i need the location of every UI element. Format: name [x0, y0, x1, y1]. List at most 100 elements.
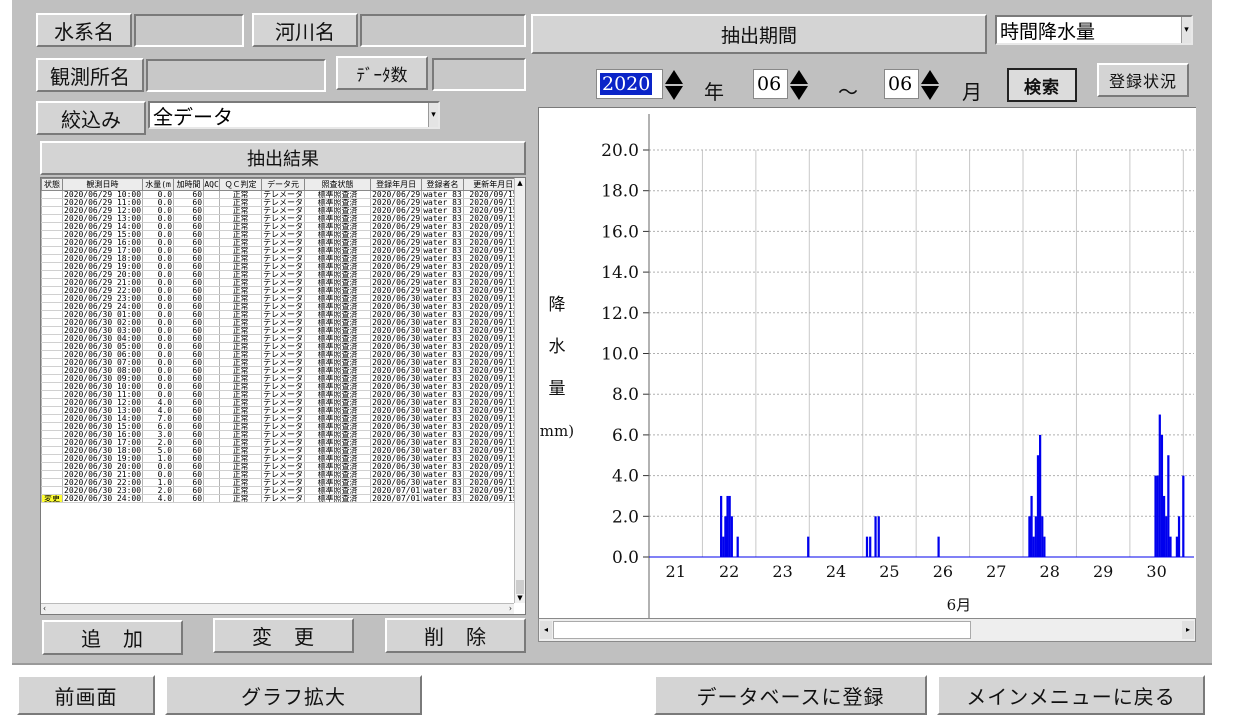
table-row[interactable]: 2020/06/30 01:00 0.0 60 正常 テレメータ 標準照査済 2020/06… — [41, 310, 524, 319]
data-type-select[interactable]: 時間降水量 ▾ — [995, 15, 1193, 45]
table-row[interactable]: 2020/06/29 23:00 0.0 60 正常 テレメータ 標準照査済 2020/06… — [41, 294, 524, 303]
delete-button[interactable]: 削 除 — [385, 618, 526, 653]
year-spin-arrows-icon[interactable] — [665, 68, 683, 102]
table-row[interactable]: 2020/06/30 12:00 4.0 60 正常 テレメータ 標準照査済 2020/06… — [41, 398, 524, 407]
table-row[interactable]: 2020/06/30 11:00 0.0 60 正常 テレメータ 標準照査済 2020/06… — [41, 390, 524, 399]
table-cell: 60 — [173, 486, 204, 495]
table-row[interactable]: 2020/06/30 03:00 0.0 60 正常 テレメータ 標準照査済 2020/06… — [41, 326, 524, 335]
table-row[interactable]: 2020/06/30 22:00 1.0 60 正常 テレメータ 標準照査済 2020/06… — [41, 478, 524, 487]
table-row[interactable]: 2020/06/30 18:00 5.0 60 正常 テレメータ 標準照査済 2020/06… — [41, 446, 524, 455]
column-header[interactable]: 加時間 — [173, 178, 205, 191]
registration-status-button[interactable]: 登録状況 — [1097, 63, 1189, 97]
table-row[interactable]: 2020/06/30 06:00 0.0 60 正常 テレメータ 標準照査済 2020/06… — [41, 350, 524, 359]
table-row[interactable]: 2020/06/29 19:00 0.0 60 正常 テレメータ 標準照査済 2020/06… — [41, 262, 524, 271]
table-cell: 2020/06/30 — [370, 438, 422, 447]
scroll-left-icon[interactable]: ‹ — [43, 604, 46, 614]
month-to-input[interactable]: 06 — [884, 69, 919, 99]
column-header[interactable]: 観測日時 — [61, 178, 144, 191]
change-button[interactable]: 変 更 — [213, 618, 354, 653]
table-row[interactable]: 2020/06/30 16:00 3.0 60 正常 テレメータ 標準照査済 2020/06… — [41, 430, 524, 439]
column-header[interactable]: 照査状態 — [304, 178, 372, 191]
chart-scroll-left-icon[interactable]: ◂ — [540, 621, 552, 639]
scroll-up-icon[interactable]: ▲ — [515, 178, 525, 188]
result-grid[interactable]: 状態 観測日時 水量(m 加時間 AQC ＱＣ判定 データ元 照査状態 登録年月日 登録者名 更新年… — [40, 177, 526, 615]
table-row[interactable]: 2020/06/29 14:00 0.0 60 正常 テレメータ 標準照査済 2020/06… — [41, 222, 524, 231]
previous-screen-button[interactable]: 前画面 — [17, 675, 155, 715]
add-button[interactable]: 追 加 — [42, 620, 183, 655]
river-system-field[interactable] — [134, 14, 244, 47]
table-row[interactable]: 変更 2020/06/30 24:00 4.0 60 正常 テレメータ 標準照査済 2020/… — [41, 494, 524, 503]
table-row[interactable]: 2020/06/30 02:00 0.0 60 正常 テレメータ 標準照査済 2020/06… — [41, 318, 524, 327]
table-cell: water_83 — [421, 238, 464, 247]
table-row[interactable]: 2020/06/30 21:00 0.0 60 正常 テレメータ 標準照査済 2020/06… — [41, 470, 524, 479]
grid-vertical-scrollbar[interactable]: ▲ ▼ — [514, 178, 525, 603]
column-header[interactable]: AQC — [203, 178, 221, 191]
year-spin-input[interactable]: 2020 — [596, 69, 663, 99]
dropdown-arrow-icon[interactable]: ▾ — [1181, 17, 1191, 43]
month-from-spin-arrows-icon[interactable] — [790, 68, 808, 102]
column-header[interactable]: データ元 — [261, 178, 306, 191]
scroll-down-icon[interactable]: ▼ — [515, 593, 525, 603]
table-cell: 60 — [173, 334, 204, 343]
column-header[interactable]: 状態 — [41, 178, 63, 191]
table-cell: 2020/06/30 18:00 — [61, 446, 143, 455]
search-button[interactable]: 検索 — [1007, 68, 1077, 102]
table-cell: 正常 — [219, 462, 262, 471]
grid-horizontal-scrollbar[interactable]: ‹ › — [41, 603, 514, 614]
table-row[interactable]: 2020/06/30 19:00 1.0 60 正常 テレメータ 標準照査済 2020/06… — [41, 454, 524, 463]
column-header[interactable]: ＱＣ判定 — [219, 178, 263, 191]
table-row[interactable]: 2020/06/30 17:00 2.0 60 正常 テレメータ 標準照査済 2020/06… — [41, 438, 524, 447]
main-menu-button[interactable]: メインメニューに戻る — [937, 675, 1205, 715]
table-row[interactable]: 2020/06/29 13:00 0.0 60 正常 テレメータ 標準照査済 2020/06… — [41, 214, 524, 223]
table-cell: water_83 — [421, 206, 464, 215]
scroll-right-icon[interactable]: › — [509, 604, 512, 614]
table-cell: 標準照査済 — [304, 406, 371, 415]
filter-select[interactable]: 全データ ▾ — [148, 101, 440, 129]
table-row[interactable]: 2020/06/29 20:00 0.0 60 正常 テレメータ 標準照査済 2020/06… — [41, 270, 524, 279]
grid-scroll-thumb[interactable] — [516, 580, 524, 594]
table-row[interactable]: 2020/06/29 15:00 0.0 60 正常 テレメータ 標準照査済 2020/06… — [41, 230, 524, 239]
table-row[interactable]: 2020/06/30 10:00 0.0 60 正常 テレメータ 標準照査済 2020/06… — [41, 382, 524, 391]
table-row[interactable]: 2020/06/30 23:00 2.0 60 正常 テレメータ 標準照査済 2020/07… — [41, 486, 524, 495]
table-row[interactable]: 2020/06/29 18:00 0.0 60 正常 テレメータ 標準照査済 2020/06… — [41, 254, 524, 263]
table-row[interactable]: 2020/06/29 24:00 0.0 60 正常 テレメータ 標準照査済 2020/06… — [41, 302, 524, 311]
table-row[interactable]: 2020/06/30 14:00 7.0 60 正常 テレメータ 標準照査済 2020/06… — [41, 414, 524, 423]
table-row[interactable]: 2020/06/30 13:00 4.0 60 正常 テレメータ 標準照査済 2020/06… — [41, 406, 524, 415]
table-row[interactable]: 2020/06/30 15:00 6.0 60 正常 テレメータ 標準照査済 2020/06… — [41, 422, 524, 431]
column-header[interactable]: 登録者名 — [421, 178, 464, 191]
table-cell — [203, 190, 220, 199]
table-row[interactable]: 2020/06/29 10:00 0.0 60 正常 テレメータ 標準照査済 2020/06… — [41, 190, 524, 199]
table-row[interactable]: 2020/06/29 17:00 0.0 60 正常 テレメータ 標準照査済 2020/06… — [41, 246, 524, 255]
table-row[interactable]: 2020/06/29 11:00 0.0 60 正常 テレメータ 標準照査済 2020/06… — [41, 198, 524, 207]
table-cell: 標準照査済 — [304, 390, 371, 399]
month-from-input[interactable]: 06 — [753, 69, 788, 99]
month-to-spin-arrows-icon[interactable] — [921, 68, 939, 102]
rainfall-bar — [807, 536, 810, 557]
river-field[interactable] — [360, 14, 526, 47]
chart-horizontal-scrollbar[interactable]: ◂ ▸ — [538, 618, 1196, 642]
column-header[interactable]: 水量(m — [142, 178, 175, 191]
table-row[interactable]: 2020/06/30 20:00 0.0 60 正常 テレメータ 標準照査済 2020/06… — [41, 462, 524, 471]
register-database-button[interactable]: データベースに登録 — [654, 675, 927, 715]
table-cell: water_83 — [421, 478, 464, 487]
table-cell: 2020/06/30 04:00 — [61, 334, 143, 343]
table-row[interactable]: 2020/06/29 12:00 0.0 60 正常 テレメータ 標準照査済 2020/06… — [41, 206, 524, 215]
table-row[interactable]: 2020/06/30 04:00 0.0 60 正常 テレメータ 標準照査済 2020/06… — [41, 334, 524, 343]
table-row[interactable]: 2020/06/29 21:00 0.0 60 正常 テレメータ 標準照査済 2020/06… — [41, 278, 524, 287]
dropdown-arrow-icon[interactable]: ▾ — [428, 103, 438, 127]
rainfall-bar — [937, 536, 940, 557]
table-row[interactable]: 2020/06/29 16:00 0.0 60 正常 テレメータ 標準照査済 2020/06… — [41, 238, 524, 247]
table-cell — [203, 422, 220, 431]
table-cell: テレメータ — [261, 390, 305, 399]
chart-scroll-thumb[interactable] — [553, 621, 971, 639]
column-header[interactable]: 登録年月日 — [370, 178, 423, 191]
chart-scroll-right-icon[interactable]: ▸ — [1182, 621, 1194, 639]
table-row[interactable]: 2020/06/30 09:00 0.0 60 正常 テレメータ 標準照査済 2020/06… — [41, 374, 524, 383]
table-row[interactable]: 2020/06/29 22:00 0.0 60 正常 テレメータ 標準照査済 2020/06… — [41, 286, 524, 295]
table-row[interactable]: 2020/06/30 08:00 0.0 60 正常 テレメータ 標準照査済 2020/06… — [41, 366, 524, 375]
table-cell: water_83 — [421, 318, 464, 327]
table-row[interactable]: 2020/06/30 07:00 0.0 60 正常 テレメータ 標準照査済 2020/06… — [41, 358, 524, 367]
station-field[interactable] — [146, 59, 326, 92]
table-row[interactable]: 2020/06/30 05:00 0.0 60 正常 テレメータ 標準照査済 2020/06… — [41, 342, 524, 351]
graph-zoom-button[interactable]: グラフ拡大 — [165, 675, 422, 715]
